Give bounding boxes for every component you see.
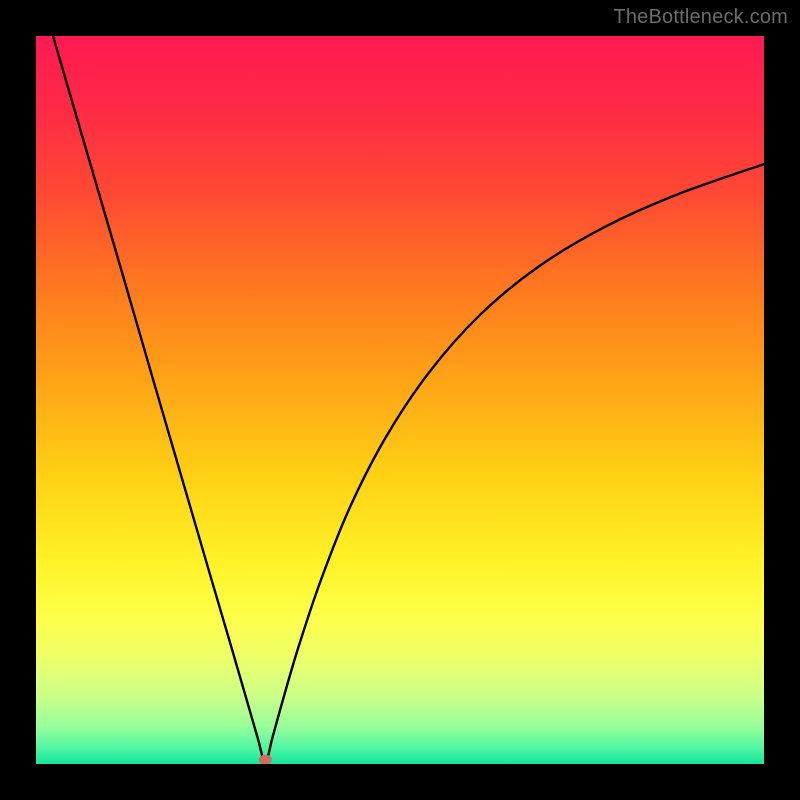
plot-area: [36, 36, 764, 764]
chart-svg: [36, 36, 764, 764]
chart-frame: TheBottleneck.com: [0, 0, 800, 800]
watermark-text: TheBottleneck.com: [613, 6, 788, 29]
gradient-background: [36, 36, 764, 764]
